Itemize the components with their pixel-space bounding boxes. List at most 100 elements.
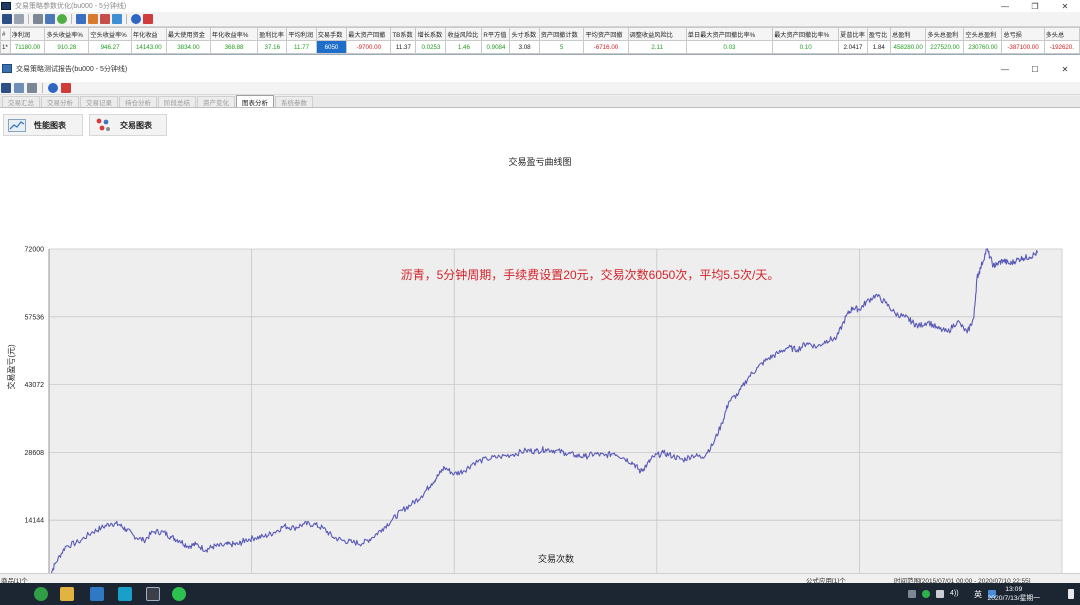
table-header-cell[interactable]: 收益风险比: [445, 27, 483, 41]
bar-chart-icon[interactable]: [100, 14, 110, 24]
table-header-cell[interactable]: 单日最大资产回撤比率%: [685, 27, 774, 41]
tab-trade-records[interactable]: 交易记录: [80, 96, 118, 107]
report-close-button[interactable]: ✕: [1050, 63, 1080, 75]
table-header-cell[interactable]: 盈亏比: [866, 27, 891, 41]
save-icon[interactable]: [2, 14, 12, 24]
table-header-cell[interactable]: 平均利润: [286, 27, 317, 41]
taskbar-clock[interactable]: 13:09 2020/7/13/星期一: [987, 585, 1040, 603]
table-header-cell[interactable]: 总亏损: [1001, 27, 1045, 41]
tray-chevron-icon[interactable]: [908, 590, 916, 598]
tab-chart-analysis[interactable]: 图表分析: [236, 95, 274, 107]
notification-icon[interactable]: [1068, 589, 1074, 599]
table-cell[interactable]: 6050: [315, 40, 348, 54]
tray-sound-icon[interactable]: 4)): [950, 590, 959, 597]
table-icon[interactable]: [76, 14, 86, 24]
table-cell[interactable]: 0.03: [685, 40, 774, 54]
table-header-cell[interactable]: 多头总: [1043, 27, 1080, 41]
table-cell[interactable]: 1*: [0, 40, 11, 54]
table-cell[interactable]: 1.84: [866, 40, 891, 54]
link-icon[interactable]: [45, 14, 55, 24]
table-cell[interactable]: 946.27: [88, 40, 132, 54]
table-cell[interactable]: 0.9084: [481, 40, 511, 54]
tab-asset-change[interactable]: 资产变化: [197, 96, 235, 107]
table-header-cell[interactable]: 多头总盈利: [925, 27, 965, 41]
table-cell[interactable]: 910.28: [44, 40, 90, 54]
tray-network-icon[interactable]: [936, 590, 944, 598]
exit-icon[interactable]: [143, 14, 153, 24]
print-icon[interactable]: [27, 83, 37, 93]
table-cell[interactable]: -387100.00: [1001, 40, 1045, 54]
tray-ime-indicator[interactable]: 英: [974, 589, 982, 600]
taskbar-store-icon[interactable]: [90, 587, 104, 601]
tab-position-analysis[interactable]: 持仓分析: [119, 96, 157, 107]
table-cell[interactable]: 0.0253: [415, 40, 447, 54]
tab-trade-summary[interactable]: 交易汇总: [2, 96, 40, 107]
table-cell[interactable]: -9700.00: [346, 40, 392, 54]
table-cell[interactable]: 227520.00: [925, 40, 965, 54]
copy-icon[interactable]: [14, 83, 24, 93]
help-icon[interactable]: [48, 83, 58, 93]
restore-button[interactable]: ❐: [1020, 0, 1050, 12]
table-header-cell[interactable]: 空头收益率%: [88, 27, 132, 41]
table-row[interactable]: 1* 71180.00 910.28 946.27 14143.00 3834.00 368…: [0, 40, 1080, 54]
table-cell[interactable]: 5: [538, 40, 585, 54]
table-header-cell[interactable]: 最大资产回撤比率%: [772, 27, 840, 41]
table-cell[interactable]: 3834.00: [165, 40, 211, 54]
table-cell[interactable]: 71180.00: [9, 40, 46, 54]
table-cell[interactable]: 368.88: [209, 40, 259, 54]
table-header-cell[interactable]: 平均资产回撤: [583, 27, 629, 41]
tab-trade-analysis[interactable]: 交易分析: [41, 96, 79, 107]
taskbar-wechat-icon[interactable]: [172, 587, 186, 601]
table-header-cell[interactable]: 资产回撤计数: [538, 27, 585, 41]
table-header-cell[interactable]: 净利润: [9, 27, 46, 41]
table-cell[interactable]: 458280.00: [889, 40, 927, 54]
table-header-cell[interactable]: 空头总盈利: [963, 27, 1003, 41]
table-cell[interactable]: 3.08: [509, 40, 540, 54]
table-header-cell[interactable]: #: [0, 27, 11, 41]
table-header-cell[interactable]: 盈利比率: [257, 27, 288, 41]
table-cell[interactable]: 2.0417: [838, 40, 868, 54]
print-icon[interactable]: [33, 14, 43, 24]
close-button[interactable]: ✕: [1050, 0, 1080, 12]
table-header-cell[interactable]: 夏普比率: [838, 27, 868, 41]
copy-icon[interactable]: [14, 14, 24, 24]
table-header-cell[interactable]: 调整收益风险比: [627, 27, 687, 41]
performance-chart-button[interactable]: 性能图表: [3, 114, 83, 136]
line-chart-icon[interactable]: [112, 14, 122, 24]
table-header-cell[interactable]: TB系数: [390, 27, 417, 41]
table-header-cell[interactable]: 年化收益率%: [209, 27, 259, 41]
table-header-cell[interactable]: 头寸系数: [509, 27, 540, 41]
save-icon[interactable]: [1, 83, 11, 93]
table-header-cell[interactable]: 增长系数: [415, 27, 447, 41]
table-header-cell[interactable]: 总盈利: [889, 27, 927, 41]
table-cell[interactable]: -192620.: [1043, 40, 1080, 54]
table-header-cell[interactable]: 多头收益率%: [44, 27, 90, 41]
table-cell[interactable]: 11.77: [286, 40, 317, 54]
table-cell[interactable]: 0.10: [772, 40, 840, 54]
table-cell[interactable]: 2.11: [627, 40, 687, 54]
table-cell[interactable]: 37.16: [257, 40, 288, 54]
table-header-cell[interactable]: 年化收益: [130, 27, 167, 41]
exit-icon[interactable]: [61, 83, 71, 93]
help-icon[interactable]: [131, 14, 141, 24]
table-header-cell[interactable]: 最大使用资金: [165, 27, 211, 41]
table-cell[interactable]: 14143.00: [130, 40, 167, 54]
taskbar-trading-app-icon[interactable]: [146, 587, 160, 601]
filter-icon[interactable]: [88, 14, 98, 24]
table-cell[interactable]: -6716.00: [583, 40, 629, 54]
table-header-cell[interactable]: R平方值: [481, 27, 511, 41]
table-header-cell[interactable]: 最大资产回撤: [346, 27, 392, 41]
report-maximize-button[interactable]: ☐: [1020, 63, 1050, 75]
table-cell[interactable]: 1.46: [445, 40, 483, 54]
refresh-icon[interactable]: [57, 14, 67, 24]
minimize-button[interactable]: —: [990, 0, 1020, 12]
table-cell[interactable]: 230760.00: [963, 40, 1003, 54]
taskbar-explorer-icon[interactable]: [60, 587, 74, 601]
tray-security-icon[interactable]: [922, 590, 930, 598]
tab-period-summary[interactable]: 阶段总结: [158, 96, 196, 107]
trade-chart-button[interactable]: 交易图表: [89, 114, 167, 136]
taskbar-browser-icon[interactable]: [34, 587, 48, 601]
taskbar-mail-icon[interactable]: [118, 587, 132, 601]
table-cell[interactable]: 11.37: [390, 40, 417, 54]
table-header-cell[interactable]: 交易手数: [315, 27, 348, 41]
